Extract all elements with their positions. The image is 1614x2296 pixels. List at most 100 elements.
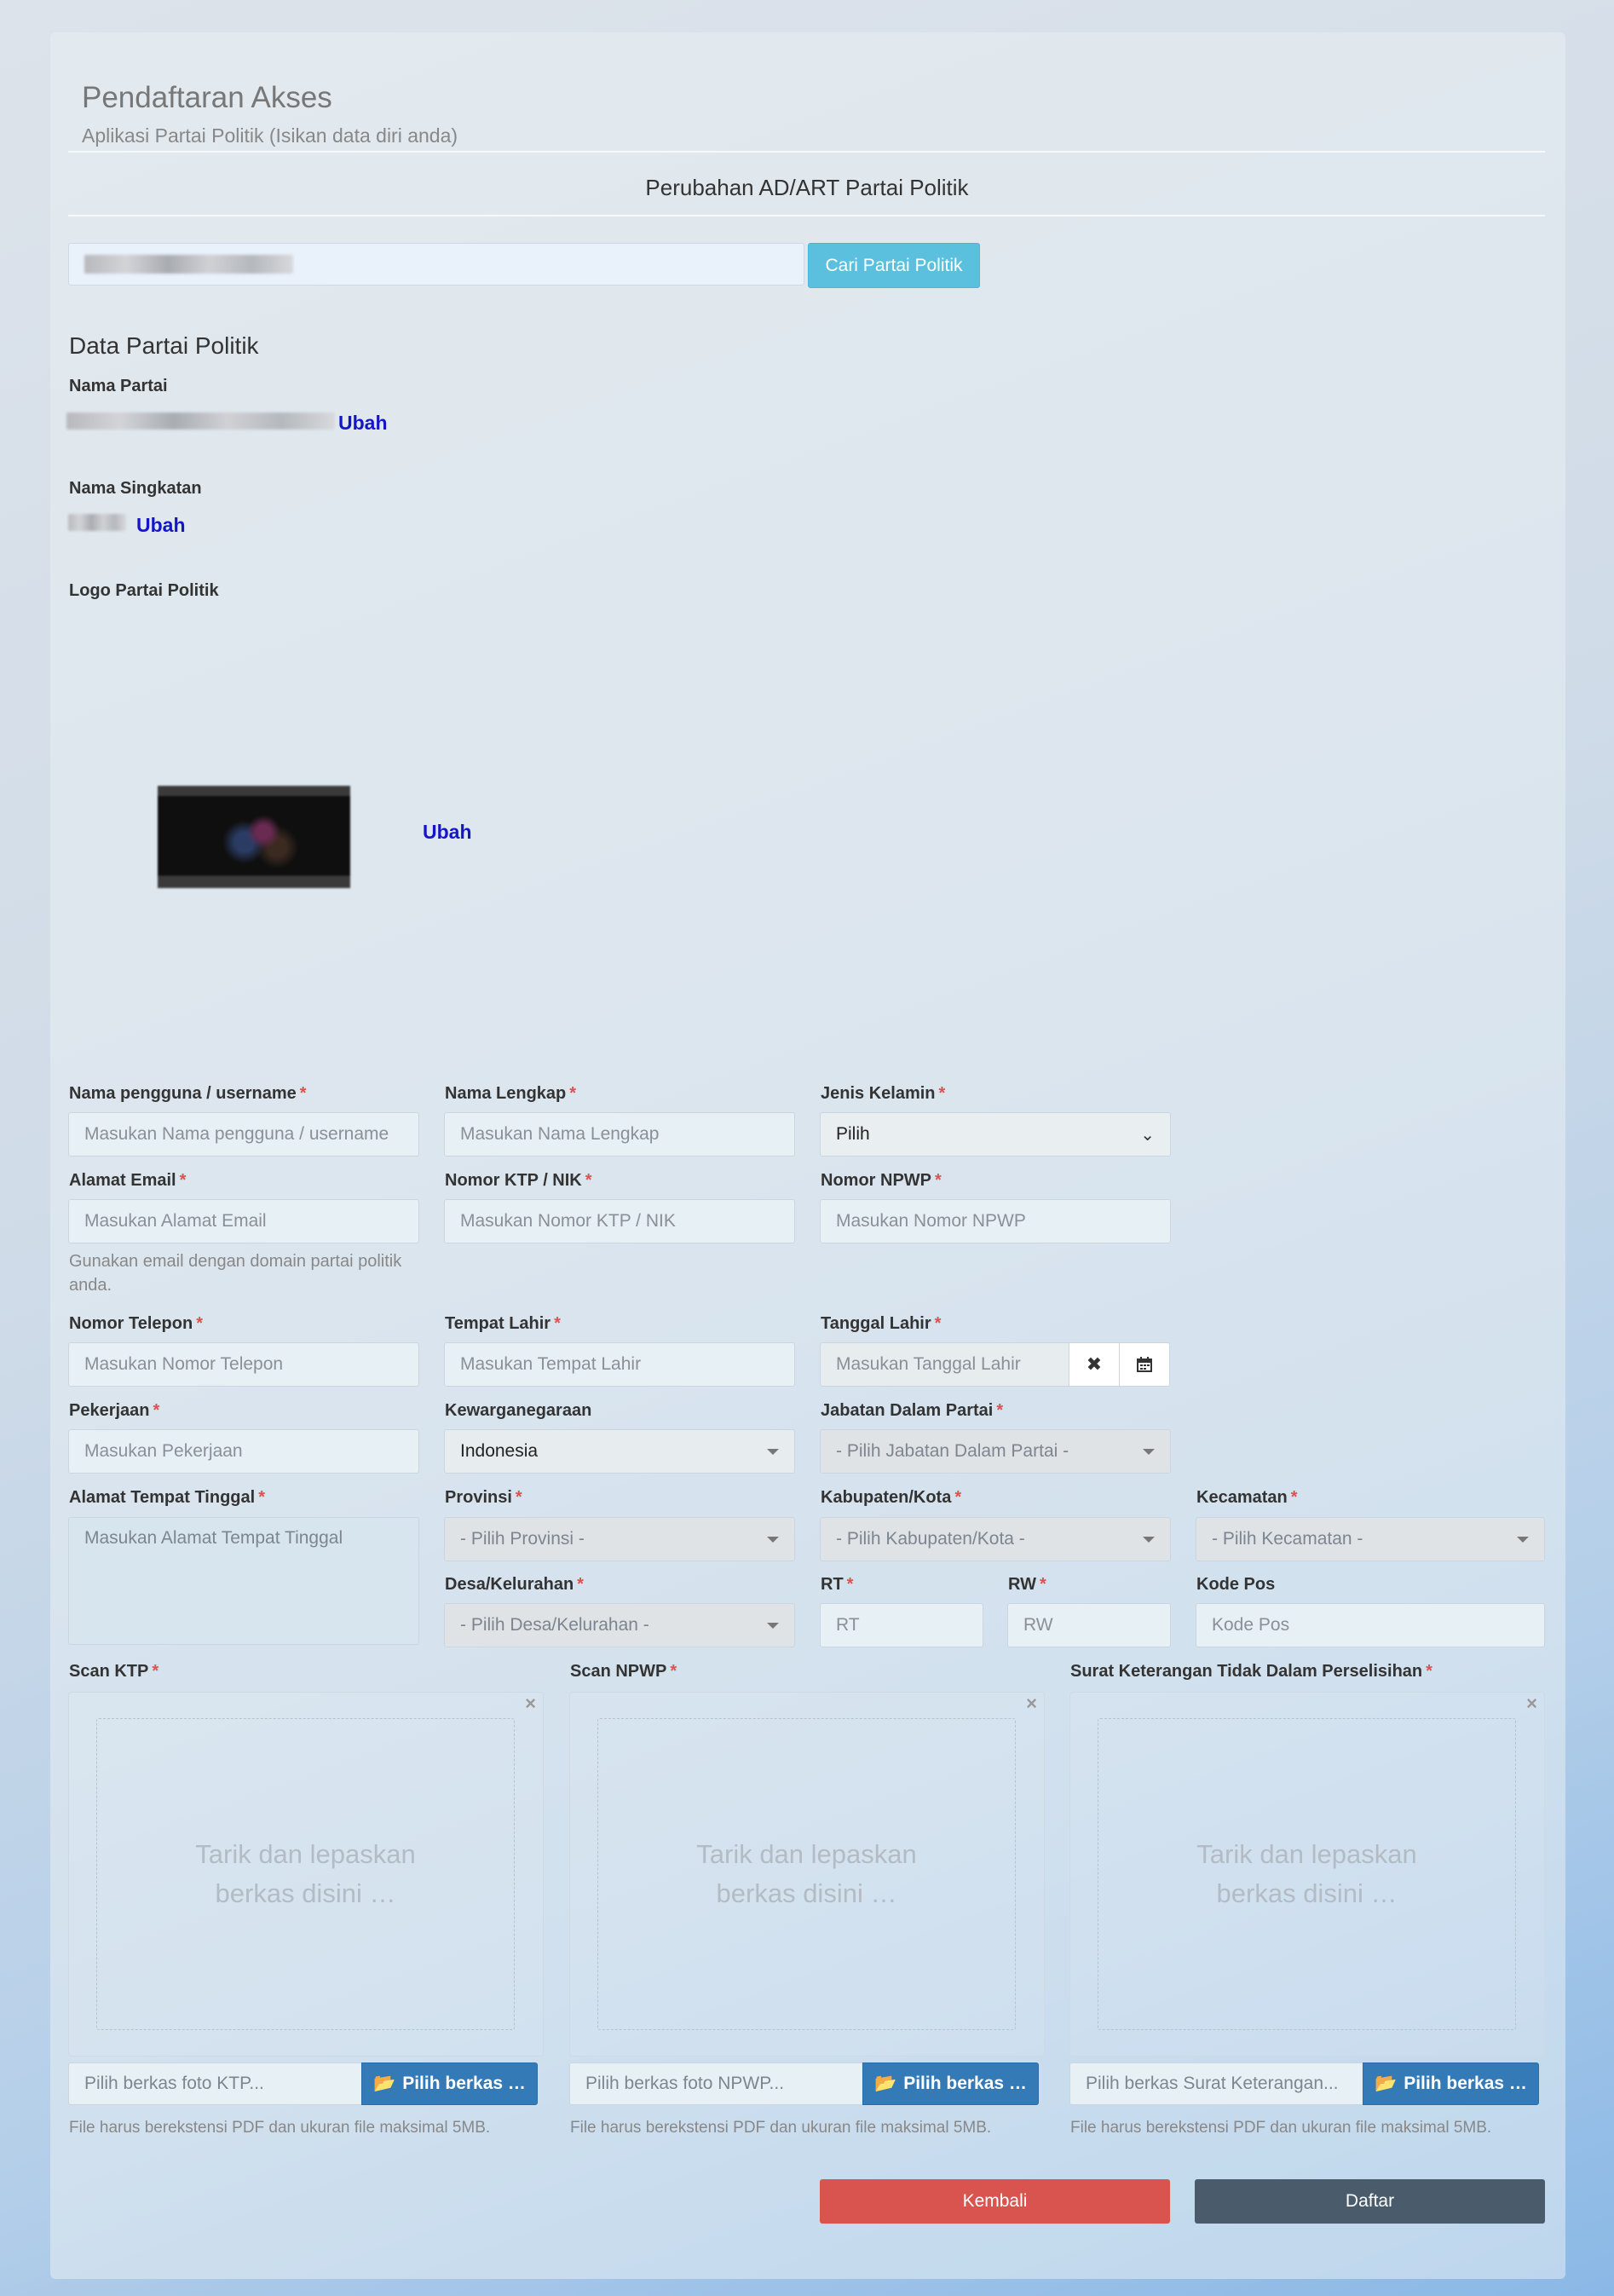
letter-file-input[interactable]: Pilih berkas Surat Keterangan... [1069, 2062, 1363, 2105]
fullname-input[interactable] [444, 1112, 795, 1157]
party-data-heading: Data Partai Politik [69, 332, 259, 359]
page-title: Pendaftaran Akses [82, 81, 332, 114]
npwp-input[interactable] [820, 1199, 1171, 1243]
caret-down-icon [1517, 1536, 1529, 1543]
ktp-drop-area[interactable]: Tarik dan lepaskan berkas disini … [96, 1718, 515, 2030]
browse-label: Pilih berkas … [1404, 2074, 1527, 2093]
letter-upload-zone[interactable]: × Tarik dan lepaskan berkas disini … [1069, 1692, 1545, 2057]
position-label: Jabatan Dalam Partai * [821, 1401, 1004, 1420]
regency-select[interactable]: - Pilih Kabupaten/Kota - [820, 1517, 1171, 1561]
citizenship-select-value: Indonesia [460, 1441, 539, 1461]
npwp-upload-zone[interactable]: × Tarik dan lepaskan berkas disini … [569, 1692, 1045, 2057]
rw-input[interactable] [1007, 1603, 1171, 1647]
upload-letter-label: Surat Keterangan Tidak Dalam Perselisiha… [1070, 1662, 1432, 1681]
job-input[interactable] [68, 1429, 419, 1474]
npwp-browse-button[interactable]: 📂 Pilih berkas … [862, 2062, 1039, 2105]
folder-open-icon: 📂 [874, 2074, 897, 2093]
province-select[interactable]: - Pilih Provinsi - [444, 1517, 795, 1561]
close-icon: ✖ [1086, 1353, 1103, 1375]
birthdate-input[interactable] [820, 1342, 1069, 1387]
username-label: Nama pengguna / username * [69, 1084, 307, 1103]
rt-label: RT * [821, 1575, 854, 1594]
caret-down-icon [767, 1536, 779, 1543]
drop-hint: Tarik dan lepaskan berkas disini … [1196, 1839, 1417, 1908]
folder-open-icon: 📂 [373, 2074, 396, 2093]
postcode-label: Kode Pos [1196, 1575, 1276, 1594]
district-select-value: - Pilih Kecamatan - [1212, 1529, 1363, 1549]
birthplace-input[interactable] [444, 1342, 795, 1387]
province-label: Provinsi * [445, 1488, 522, 1507]
regency-label: Kabupaten/Kota * [821, 1488, 962, 1507]
party-abbr-value [68, 514, 126, 531]
caret-down-icon [767, 1622, 779, 1629]
close-icon[interactable]: × [525, 1693, 536, 1715]
change-party-logo-link[interactable]: Ubah [423, 821, 472, 844]
divider [68, 151, 1545, 153]
ktp-browse-button[interactable]: 📂 Pilih berkas … [361, 2062, 538, 2105]
nik-input[interactable] [444, 1199, 795, 1243]
search-party-button[interactable]: Cari Partai Politik [808, 243, 980, 288]
caret-down-icon [1143, 1448, 1155, 1455]
address-textarea[interactable]: Masukan Alamat Tempat Tinggal [68, 1517, 419, 1645]
party-logo-label: Logo Partai Politik [69, 581, 219, 600]
clear-date-button[interactable]: ✖ [1069, 1342, 1120, 1387]
redacted-text [84, 255, 293, 274]
phone-input[interactable] [68, 1342, 419, 1387]
drop-hint: Tarik dan lepaskan berkas disini … [696, 1839, 917, 1908]
address-label: Alamat Tempat Tinggal * [69, 1488, 265, 1507]
change-party-name-link[interactable]: Ubah [338, 412, 388, 435]
page-subtitle: Aplikasi Partai Politik (Isikan data dir… [82, 124, 458, 147]
gender-select[interactable]: Pilih ⌄ [820, 1112, 1171, 1157]
ktp-upload-zone[interactable]: × Tarik dan lepaskan berkas disini … [68, 1692, 544, 2057]
letter-drop-area[interactable]: Tarik dan lepaskan berkas disini … [1098, 1718, 1516, 2030]
browse-label: Pilih berkas … [903, 2074, 1027, 2093]
party-name-label: Nama Partai [69, 377, 168, 395]
party-search-input[interactable] [68, 243, 804, 286]
drop-hint: Tarik dan lepaskan berkas disini … [195, 1839, 416, 1908]
gender-label: Jenis Kelamin * [821, 1084, 946, 1103]
party-abbr-label: Nama Singkatan [69, 479, 202, 498]
close-icon[interactable]: × [1526, 1693, 1537, 1715]
rw-label: RW * [1008, 1575, 1046, 1594]
npwp-help-text: File harus berekstensi PDF dan ukuran fi… [570, 2119, 992, 2137]
close-icon[interactable]: × [1026, 1693, 1037, 1715]
letter-browse-button[interactable]: 📂 Pilih berkas … [1363, 2062, 1539, 2105]
letter-help-text: File harus berekstensi PDF dan ukuran fi… [1070, 2119, 1492, 2137]
divider [68, 215, 1545, 216]
username-input[interactable] [68, 1112, 419, 1157]
folder-open-icon: 📂 [1375, 2074, 1398, 2093]
village-select[interactable]: - Pilih Desa/Kelurahan - [444, 1603, 795, 1647]
upload-npwp-label: Scan NPWP * [570, 1662, 677, 1681]
village-label: Desa/Kelurahan * [445, 1575, 584, 1594]
postcode-input[interactable] [1196, 1603, 1545, 1647]
village-select-value: - Pilih Desa/Kelurahan - [460, 1615, 649, 1635]
district-label: Kecamatan * [1196, 1488, 1298, 1507]
change-party-abbr-link[interactable]: Ubah [136, 514, 186, 537]
chevron-down-icon: ⌄ [1140, 1125, 1155, 1145]
back-button[interactable]: Kembali [820, 2179, 1170, 2224]
district-select[interactable]: - Pilih Kecamatan - [1196, 1517, 1545, 1561]
nik-label: Nomor KTP / NIK * [445, 1171, 592, 1190]
npwp-label: Nomor NPWP * [821, 1171, 942, 1190]
register-button[interactable]: Daftar [1195, 2179, 1545, 2224]
email-label: Alamat Email * [69, 1171, 187, 1190]
gender-select-value: Pilih [836, 1124, 870, 1144]
ktp-file-input[interactable]: Pilih berkas foto KTP... [68, 2062, 361, 2105]
section-title: Perubahan AD/ART Partai Politik [645, 175, 969, 200]
npwp-drop-area[interactable]: Tarik dan lepaskan berkas disini … [597, 1718, 1016, 2030]
upload-ktp-label: Scan KTP * [69, 1662, 159, 1681]
position-select[interactable]: - Pilih Jabatan Dalam Partai - [820, 1429, 1171, 1474]
calendar-button[interactable] [1119, 1342, 1170, 1387]
fullname-label: Nama Lengkap * [445, 1084, 577, 1103]
party-name-value [66, 412, 335, 430]
position-select-value: - Pilih Jabatan Dalam Partai - [836, 1441, 1069, 1461]
calendar-icon [1137, 1357, 1152, 1372]
email-input[interactable] [68, 1199, 419, 1243]
phone-label: Nomor Telepon * [69, 1314, 203, 1333]
browse-label: Pilih berkas … [402, 2074, 526, 2093]
npwp-file-input[interactable]: Pilih berkas foto NPWP... [569, 2062, 862, 2105]
citizenship-select[interactable]: Indonesia [444, 1429, 795, 1474]
job-label: Pekerjaan * [69, 1401, 160, 1420]
rt-input[interactable] [820, 1603, 983, 1647]
ktp-help-text: File harus berekstensi PDF dan ukuran fi… [69, 2119, 491, 2137]
